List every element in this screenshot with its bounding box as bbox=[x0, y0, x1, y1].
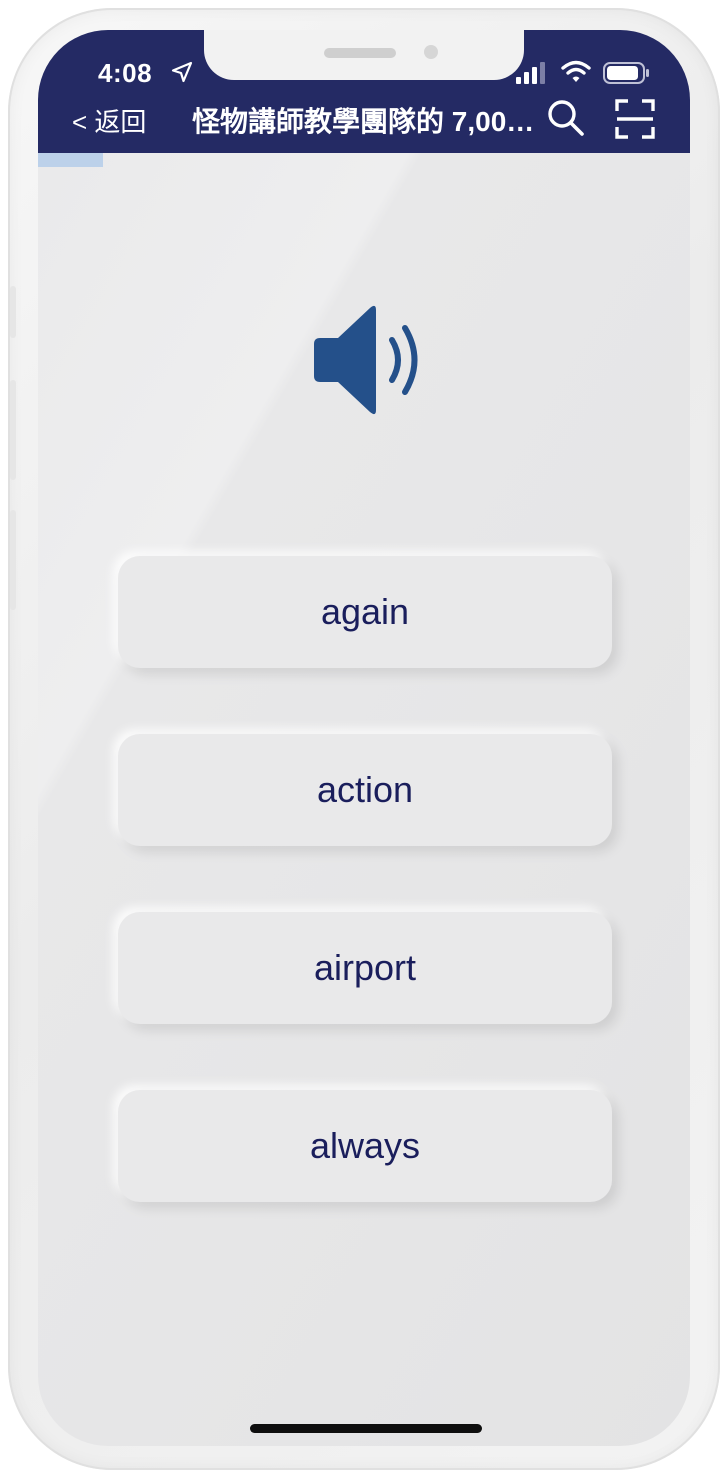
page-title: 怪物講師教學團隊的 7,000… bbox=[192, 106, 544, 137]
answer-option-3[interactable]: airport bbox=[118, 912, 612, 1024]
cellular-signal-icon bbox=[516, 62, 545, 84]
notch bbox=[204, 30, 524, 80]
speaker-volume-icon[interactable] bbox=[308, 304, 428, 416]
app-header: 4:08 < 返回 怪物講師教學團隊的 7,000… bbox=[38, 30, 690, 153]
answer-option-2[interactable]: action bbox=[118, 734, 612, 846]
location-arrow-icon bbox=[171, 61, 193, 83]
scan-icon[interactable] bbox=[614, 98, 656, 140]
status-time: 4:08 bbox=[98, 58, 153, 88]
side-button-volume-down bbox=[10, 510, 16, 610]
progress-fill bbox=[38, 153, 104, 167]
wifi-icon bbox=[561, 60, 591, 82]
earpiece-speaker bbox=[324, 48, 396, 58]
answer-option-1[interactable]: again bbox=[118, 556, 612, 668]
screen: 4:08 < 返回 怪物講師教學團隊的 7,000… again action … bbox=[38, 30, 690, 1446]
progress-bar bbox=[38, 153, 690, 167]
side-button-volume-up bbox=[10, 380, 16, 480]
battery-icon bbox=[603, 62, 649, 84]
search-icon[interactable] bbox=[546, 98, 586, 138]
side-button-mute bbox=[10, 286, 16, 338]
front-camera bbox=[424, 45, 438, 59]
home-indicator[interactable] bbox=[250, 1424, 482, 1433]
answer-option-4[interactable]: always bbox=[118, 1090, 612, 1202]
back-button[interactable]: < 返回 bbox=[72, 102, 146, 139]
